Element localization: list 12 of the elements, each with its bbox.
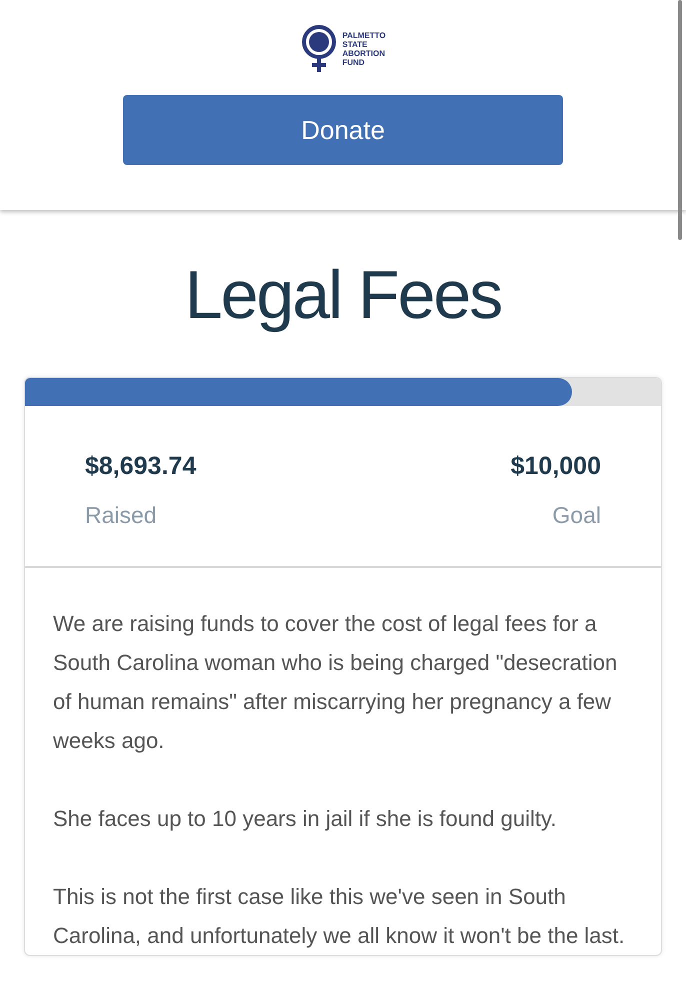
page-title: Legal Fees — [184, 256, 502, 335]
logo-icon — [300, 25, 338, 73]
description-paragraph: This is not the first case like this we've seen in South Carolina, and unfortunately we all know it won't be the last. — [53, 883, 626, 950]
description-paragraph: We are raising funds to cover the cost of legal fees for a South Carolina woman who is being charged "desecration of human remains" after miscarrying her pregnancy a few weeks ago. — [53, 610, 618, 755]
logo[interactable]: PALMETTO STATE ABORTION FUND — [300, 25, 386, 73]
logo-text: PALMETTO STATE ABORTION FUND — [342, 31, 386, 67]
amount-label: Raised — [85, 500, 157, 530]
amount-text: $8,693.74 — [85, 451, 196, 482]
donate-button[interactable]: Donate — [123, 95, 563, 165]
amount-label: Goal — [552, 500, 601, 530]
description-paragraph: She faces up to 10 years in jail if she is found guilty. — [53, 805, 558, 833]
amount-text: $10,000 — [510, 451, 601, 482]
